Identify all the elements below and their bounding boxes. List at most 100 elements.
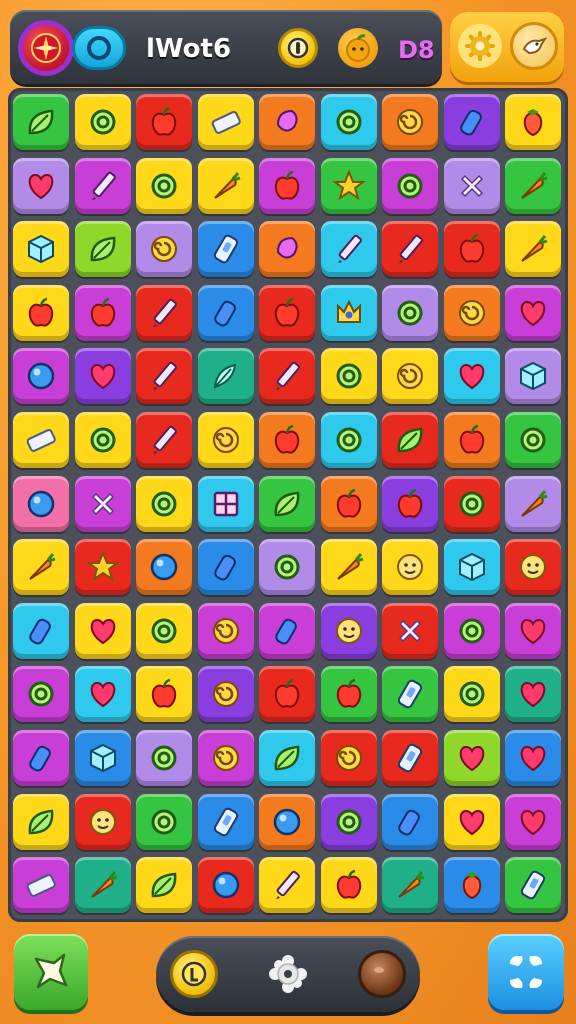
coin-booster[interactable] bbox=[170, 950, 218, 998]
board-tile[interactable] bbox=[197, 602, 254, 659]
board-tile[interactable] bbox=[320, 475, 377, 532]
board-tile[interactable] bbox=[505, 284, 561, 341]
board-tile[interactable] bbox=[443, 857, 500, 914]
board-tile[interactable] bbox=[382, 730, 438, 786]
board-tile[interactable] bbox=[443, 348, 500, 405]
board-tile[interactable] bbox=[13, 857, 69, 914]
menu-button[interactable] bbox=[488, 934, 564, 1010]
settings-button[interactable] bbox=[458, 24, 502, 68]
board-tile[interactable] bbox=[74, 602, 131, 659]
board-tile[interactable] bbox=[74, 157, 131, 214]
board-tile[interactable] bbox=[136, 475, 192, 532]
board-tile[interactable] bbox=[505, 412, 561, 468]
board-tile[interactable] bbox=[136, 157, 192, 214]
board-tile[interactable] bbox=[136, 94, 192, 150]
board-tile[interactable] bbox=[259, 602, 315, 659]
board-tile[interactable] bbox=[443, 157, 500, 214]
board-tile[interactable] bbox=[443, 412, 500, 468]
board-tile[interactable] bbox=[13, 94, 69, 150]
board-tile[interactable] bbox=[505, 857, 561, 914]
board-tile[interactable] bbox=[74, 348, 131, 405]
board-tile[interactable] bbox=[259, 157, 315, 214]
board-tile[interactable] bbox=[320, 539, 377, 596]
board-tile[interactable] bbox=[382, 475, 438, 532]
board-tile[interactable] bbox=[382, 793, 438, 850]
board-tile[interactable] bbox=[382, 348, 438, 405]
board-tile[interactable] bbox=[259, 412, 315, 468]
board-tile[interactable] bbox=[136, 348, 192, 405]
board-tile[interactable] bbox=[197, 221, 254, 278]
board-tile[interactable] bbox=[382, 221, 438, 278]
board-tile[interactable] bbox=[259, 284, 315, 341]
toggle-button[interactable] bbox=[72, 26, 126, 70]
board-tile[interactable] bbox=[74, 666, 131, 723]
board-tile[interactable] bbox=[382, 602, 438, 659]
shuffle-button[interactable] bbox=[14, 934, 88, 1010]
board-tile[interactable] bbox=[197, 94, 254, 150]
board-tile[interactable] bbox=[197, 539, 254, 596]
board-tile[interactable] bbox=[13, 730, 69, 786]
board-tile[interactable] bbox=[136, 284, 192, 341]
board-tile[interactable] bbox=[382, 94, 438, 150]
board-tile[interactable] bbox=[443, 475, 500, 532]
coin-button[interactable] bbox=[278, 28, 318, 68]
board-tile[interactable] bbox=[443, 539, 500, 596]
board-tile[interactable] bbox=[197, 348, 254, 405]
board-tile[interactable] bbox=[505, 348, 561, 405]
board-tile[interactable] bbox=[197, 157, 254, 214]
board-tile[interactable] bbox=[13, 348, 69, 405]
board-tile[interactable] bbox=[197, 666, 254, 723]
board-tile[interactable] bbox=[320, 348, 377, 405]
board-tile[interactable] bbox=[443, 221, 500, 278]
board-tile[interactable] bbox=[13, 539, 69, 596]
board-tile[interactable] bbox=[136, 412, 192, 468]
board-tile[interactable] bbox=[259, 666, 315, 723]
board-tile[interactable] bbox=[505, 157, 561, 214]
board-tile[interactable] bbox=[197, 857, 254, 914]
compass-button[interactable] bbox=[18, 20, 74, 76]
board-tile[interactable] bbox=[320, 412, 377, 468]
board-tile[interactable] bbox=[320, 730, 377, 786]
board-tile[interactable] bbox=[197, 475, 254, 532]
board-tile[interactable] bbox=[443, 666, 500, 723]
board-tile[interactable] bbox=[13, 412, 69, 468]
board-tile[interactable] bbox=[505, 602, 561, 659]
board-tile[interactable] bbox=[197, 793, 254, 850]
bird-button[interactable] bbox=[510, 22, 558, 70]
board-tile[interactable] bbox=[505, 730, 561, 786]
board-tile[interactable] bbox=[259, 857, 315, 914]
board-tile[interactable] bbox=[320, 221, 377, 278]
board-tile[interactable] bbox=[74, 793, 131, 850]
board-tile[interactable] bbox=[259, 730, 315, 786]
board-tile[interactable] bbox=[320, 602, 377, 659]
board-tile[interactable] bbox=[74, 221, 131, 278]
board-tile[interactable] bbox=[505, 666, 561, 723]
board-tile[interactable] bbox=[443, 602, 500, 659]
board-tile[interactable] bbox=[74, 857, 131, 914]
board-tile[interactable] bbox=[136, 857, 192, 914]
board-tile[interactable] bbox=[382, 539, 438, 596]
board-tile[interactable] bbox=[505, 475, 561, 532]
board-tile[interactable] bbox=[443, 793, 500, 850]
gear-booster[interactable] bbox=[264, 950, 312, 998]
board-tile[interactable] bbox=[13, 157, 69, 214]
board-tile[interactable] bbox=[259, 221, 315, 278]
board-tile[interactable] bbox=[13, 221, 69, 278]
board-tile[interactable] bbox=[320, 284, 377, 341]
board-tile[interactable] bbox=[136, 793, 192, 850]
board-tile[interactable] bbox=[320, 157, 377, 214]
board-tile[interactable] bbox=[320, 666, 377, 723]
board-tile[interactable] bbox=[505, 539, 561, 596]
board-tile[interactable] bbox=[505, 221, 561, 278]
board-tile[interactable] bbox=[259, 539, 315, 596]
board-tile[interactable] bbox=[197, 730, 254, 786]
board-tile[interactable] bbox=[74, 475, 131, 532]
board-tile[interactable] bbox=[13, 602, 69, 659]
board-tile[interactable] bbox=[505, 793, 561, 850]
board-tile[interactable] bbox=[13, 793, 69, 850]
board-tile[interactable] bbox=[259, 475, 315, 532]
board-tile[interactable] bbox=[74, 94, 131, 150]
board-tile[interactable] bbox=[13, 475, 69, 532]
board-tile[interactable] bbox=[136, 539, 192, 596]
board-tile[interactable] bbox=[443, 94, 500, 150]
